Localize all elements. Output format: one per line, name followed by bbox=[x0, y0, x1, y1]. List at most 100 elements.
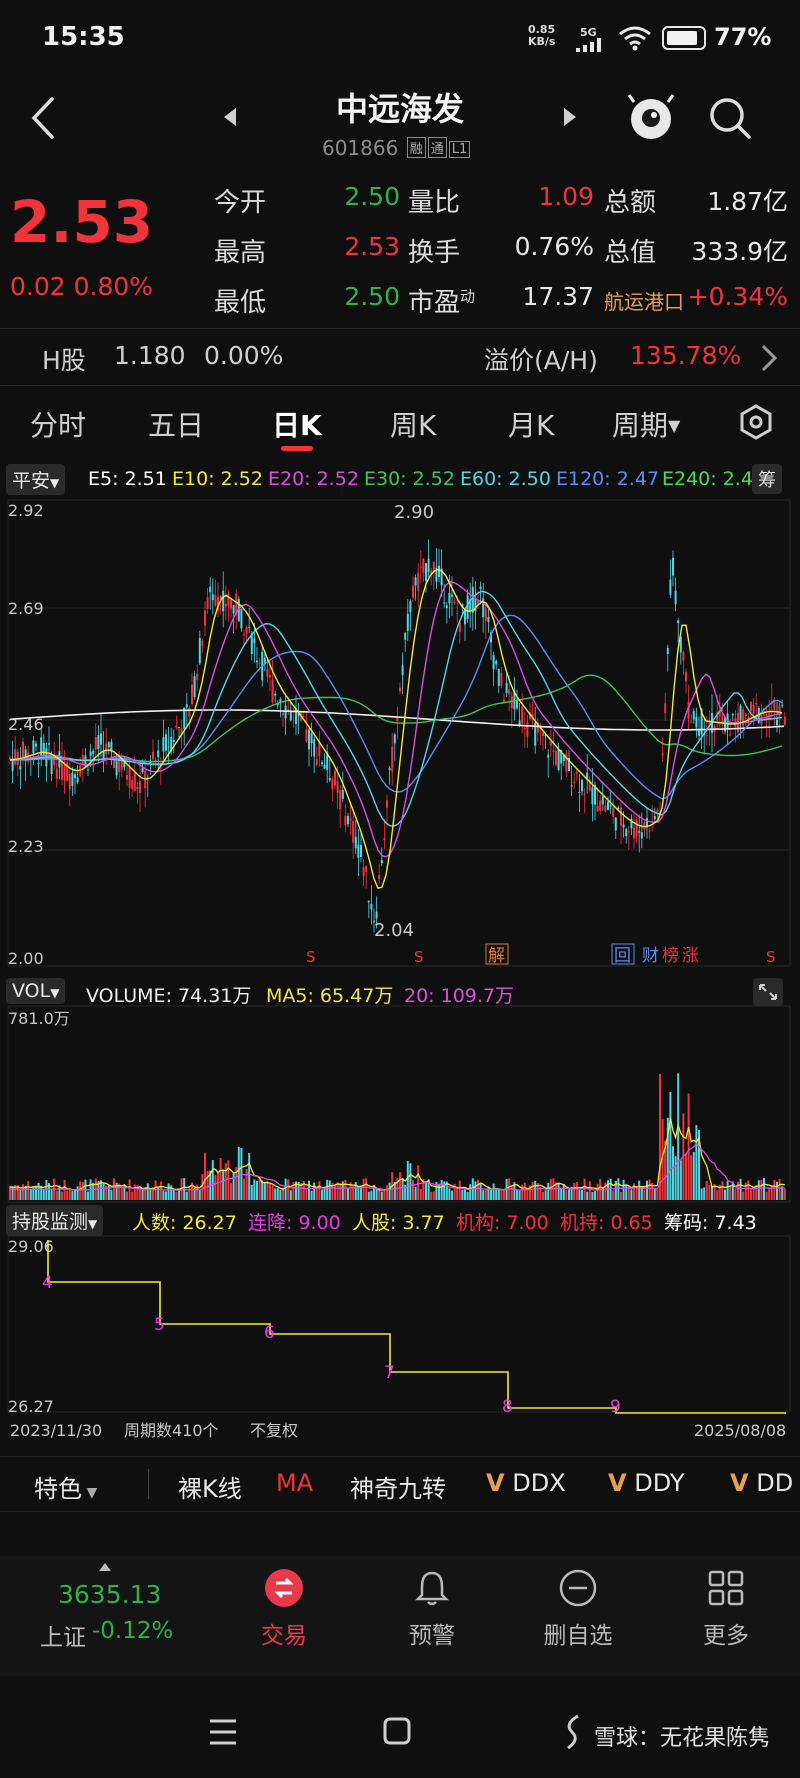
candle-body bbox=[750, 701, 752, 711]
volume-bar bbox=[55, 1190, 58, 1200]
holder-chips: 筹码: 7.43 bbox=[664, 1212, 757, 1234]
volume-value: VOLUME: 74.31万 bbox=[86, 985, 252, 1007]
tab-daily-k[interactable]: 日K bbox=[272, 404, 322, 444]
expand-icon[interactable] bbox=[752, 977, 784, 1007]
volume-bar bbox=[547, 1182, 550, 1200]
settings-hex-icon[interactable] bbox=[738, 404, 774, 440]
candle-body bbox=[282, 712, 284, 716]
volume-bar bbox=[287, 1179, 290, 1200]
volume-bar bbox=[451, 1190, 453, 1200]
volume-bar bbox=[497, 1189, 500, 1200]
candle-body bbox=[154, 759, 157, 761]
volume-bar bbox=[279, 1189, 282, 1200]
next-stock-icon[interactable] bbox=[562, 106, 578, 128]
volume-bar bbox=[9, 1185, 11, 1200]
volume-bar bbox=[765, 1191, 768, 1200]
change-percent: 0.80% bbox=[73, 272, 154, 301]
volume-bar bbox=[276, 1188, 279, 1200]
nav-trade[interactable]: 交易 bbox=[224, 1616, 344, 1650]
candle-body bbox=[752, 704, 755, 714]
candle-body bbox=[302, 716, 305, 718]
volume-bar bbox=[71, 1191, 74, 1200]
ema10: E10: 2.52 bbox=[172, 468, 263, 490]
high-marker: 2.90 bbox=[394, 502, 434, 523]
volume-bar bbox=[596, 1183, 599, 1200]
nav-more[interactable]: 更多 bbox=[666, 1616, 786, 1650]
volume-bar bbox=[45, 1179, 48, 1200]
indicator-ddx[interactable]: V DDX bbox=[486, 1469, 566, 1497]
candle-body bbox=[451, 594, 453, 597]
indicator-ddz[interactable]: V DD bbox=[730, 1469, 800, 1497]
nav-alert[interactable]: 预警 bbox=[372, 1616, 492, 1650]
candle-body bbox=[172, 740, 175, 743]
indicator-ddy[interactable]: V DDY bbox=[608, 1469, 685, 1497]
feature-selector[interactable]: 特色 ▼ bbox=[34, 1469, 97, 1504]
volume-bar bbox=[500, 1189, 503, 1200]
volume-bar bbox=[495, 1189, 498, 1200]
nav-remove-watchlist[interactable]: 删自选 bbox=[518, 1616, 638, 1650]
volume-bar bbox=[448, 1188, 451, 1200]
candle-body bbox=[505, 683, 508, 693]
tab-five-day[interactable]: 五日 bbox=[148, 404, 204, 444]
candle-body bbox=[622, 824, 625, 828]
volume-selector[interactable]: VOL▼ bbox=[6, 978, 66, 1004]
holder-decline: 连降: 9.00 bbox=[248, 1212, 341, 1234]
candle-body bbox=[157, 750, 160, 757]
candle-body bbox=[609, 804, 612, 807]
candle-body bbox=[37, 762, 40, 765]
candle-body bbox=[139, 781, 141, 794]
tab-period[interactable]: 周期▼ bbox=[612, 404, 680, 444]
signal-icon bbox=[576, 38, 601, 52]
candle-body bbox=[479, 586, 482, 589]
candle-body bbox=[35, 743, 37, 747]
volume-bar bbox=[560, 1187, 563, 1200]
event-mark: 回 bbox=[614, 946, 631, 966]
candle-body bbox=[755, 703, 758, 705]
tab-weekly-k[interactable]: 周K bbox=[390, 404, 436, 444]
indicator-ma[interactable]: MA bbox=[276, 1469, 313, 1497]
grid-icon[interactable] bbox=[706, 1568, 746, 1608]
bell-icon[interactable] bbox=[412, 1568, 452, 1608]
remove-watchlist-icon[interactable] bbox=[558, 1568, 598, 1608]
h-share-row[interactable]: H股 1.180 0.00% 溢价(A/H) 135.78% bbox=[0, 328, 800, 386]
change-amount: 0.02 bbox=[10, 272, 66, 301]
home-icon[interactable] bbox=[382, 1716, 412, 1746]
search-icon[interactable] bbox=[708, 96, 752, 140]
pe-label: 市盈动 bbox=[408, 287, 476, 318]
candle-body bbox=[211, 594, 214, 601]
trade-icon[interactable] bbox=[264, 1568, 304, 1608]
low-marker: 2.04 bbox=[374, 920, 414, 941]
volume-bar bbox=[40, 1185, 43, 1200]
candle-body bbox=[162, 737, 165, 752]
volume-bar bbox=[674, 1156, 677, 1200]
volume-bar bbox=[401, 1178, 404, 1200]
event-mark: S bbox=[414, 948, 424, 966]
menu-icon[interactable] bbox=[208, 1718, 238, 1746]
mascot-icon[interactable] bbox=[626, 92, 676, 144]
volume-bar bbox=[328, 1180, 331, 1200]
volume-bar bbox=[565, 1189, 568, 1200]
volume-bar bbox=[365, 1178, 368, 1200]
volume-bar bbox=[750, 1189, 752, 1200]
premium-value: 135.78% bbox=[630, 341, 742, 370]
volume-bar bbox=[386, 1185, 388, 1200]
chart-area[interactable]: 2.92 2.69 2.46 2.23 2.00 2.90 2.04 S S 解… bbox=[0, 496, 800, 1456]
chips-button[interactable]: 筹 bbox=[752, 464, 782, 494]
turnover-value: 0.76% bbox=[514, 232, 594, 261]
current-price: 2.53 bbox=[10, 188, 154, 256]
volume-bar bbox=[760, 1179, 763, 1200]
candle-body bbox=[596, 805, 599, 812]
index-value[interactable]: 3635.13 bbox=[58, 1580, 161, 1609]
volume-bar bbox=[120, 1186, 123, 1200]
tab-intraday[interactable]: 分时 bbox=[30, 404, 86, 444]
sector-label[interactable]: 航运港口 bbox=[604, 286, 684, 315]
holder-selector[interactable]: 持股监测▼ bbox=[6, 1205, 104, 1236]
indicator-nine-turn[interactable]: 神奇九转 bbox=[350, 1469, 446, 1504]
tab-monthly-k[interactable]: 月K bbox=[508, 404, 554, 444]
candle-body bbox=[336, 781, 339, 793]
volume-bar bbox=[778, 1178, 781, 1200]
step-label: 7 bbox=[384, 1363, 395, 1383]
indicator-naked-k[interactable]: 裸K线 bbox=[178, 1469, 242, 1504]
volume-bar bbox=[87, 1191, 89, 1200]
adjust-selector[interactable]: 平安▼ bbox=[6, 464, 66, 495]
